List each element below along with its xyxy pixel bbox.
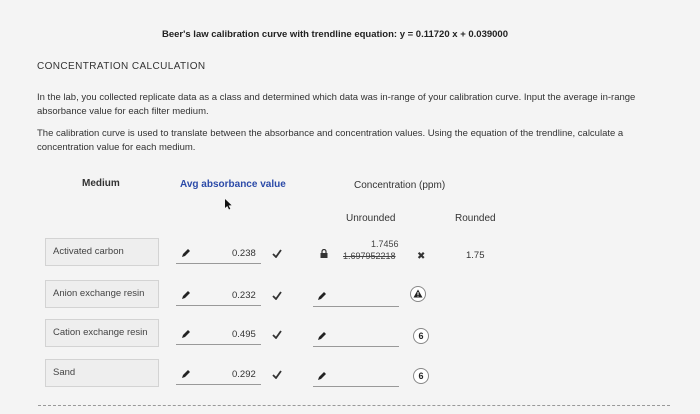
concentration-input-underline[interactable] xyxy=(313,346,399,347)
pencil-icon[interactable] xyxy=(181,290,191,300)
column-header-unrounded: Unrounded xyxy=(346,213,396,224)
significant-figures-badge: 6 xyxy=(413,328,429,344)
medium-label: Anion exchange resin xyxy=(53,288,145,299)
absorbance-input-cation-exchange-resin[interactable]: 0.495 xyxy=(232,329,256,340)
column-header-concentration: Concentration (ppm) xyxy=(354,180,446,191)
pencil-icon[interactable] xyxy=(317,331,327,341)
calibration-equation-title: Beer's law calibration curve with trendl… xyxy=(162,29,508,40)
absorbance-input-sand[interactable]: 0.292 xyxy=(232,369,256,380)
absorbance-input-underline xyxy=(176,305,261,306)
lock-icon xyxy=(320,249,328,258)
check-icon xyxy=(272,370,282,379)
cursor-icon xyxy=(224,199,233,210)
instruction-paragraph-2: The calibration curve is used to transla… xyxy=(37,128,624,153)
column-header-avg-absorbance: Avg absorbance value xyxy=(180,179,286,190)
absorbance-input-underline xyxy=(176,344,261,345)
unrounded-correction-value: 1.7456 xyxy=(371,239,399,249)
x-mark-icon: ✖ xyxy=(417,251,426,262)
medium-cell-cation-exchange-resin: Cation exchange resin xyxy=(45,319,159,347)
concentration-input-underline[interactable] xyxy=(313,306,399,307)
significant-figures-badge: 6 xyxy=(413,368,429,384)
absorbance-input-underline xyxy=(176,263,261,264)
absorbance-input-underline xyxy=(176,384,261,385)
rounded-value-activated-carbon: 1.75 xyxy=(466,250,485,261)
pencil-icon[interactable] xyxy=(181,329,191,339)
absorbance-input-anion-exchange-resin[interactable]: 0.232 xyxy=(232,290,256,301)
pencil-icon[interactable] xyxy=(317,371,327,381)
medium-label: Activated carbon xyxy=(53,246,124,257)
concentration-input-underline[interactable] xyxy=(313,386,399,387)
medium-label: Sand xyxy=(53,367,76,378)
medium-cell-anion-exchange-resin: Anion exchange resin xyxy=(45,280,159,308)
column-header-medium: Medium xyxy=(82,178,120,189)
check-icon xyxy=(272,330,282,339)
medium-cell-activated-carbon: Activated carbon xyxy=(45,238,159,266)
check-icon xyxy=(272,291,282,300)
section-divider xyxy=(38,405,670,406)
unrounded-value-activated-carbon: 1.697952218 xyxy=(343,251,396,261)
pencil-icon[interactable] xyxy=(317,291,327,301)
medium-label: Cation exchange resin xyxy=(53,327,148,338)
instruction-paragraph-1: In the lab, you collected replicate data… xyxy=(37,92,636,117)
column-header-rounded: Rounded xyxy=(455,213,496,224)
section-title: CONCENTRATION CALCULATION xyxy=(37,61,206,72)
warning-icon xyxy=(410,286,426,302)
check-icon xyxy=(272,249,282,258)
absorbance-input-activated-carbon[interactable]: 0.238 xyxy=(232,248,256,259)
pencil-icon[interactable] xyxy=(181,369,191,379)
medium-cell-sand: Sand xyxy=(45,359,159,387)
pencil-icon[interactable] xyxy=(181,248,191,258)
